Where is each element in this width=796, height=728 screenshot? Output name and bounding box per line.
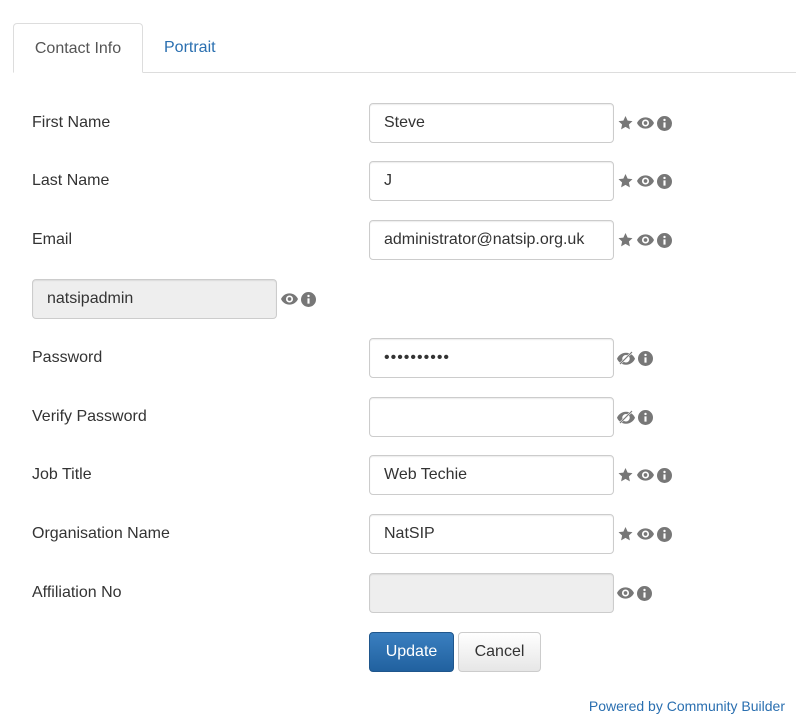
- email-row: Email: [0, 220, 796, 260]
- info-icon[interactable]: [657, 230, 672, 250]
- password-label: Password: [32, 349, 103, 366]
- star-icon: [617, 171, 634, 191]
- username-input: [32, 279, 277, 319]
- info-icon[interactable]: [638, 407, 653, 427]
- verify-password-icons: [617, 407, 653, 427]
- password-icons: [617, 348, 653, 368]
- tab-portrait[interactable]: Portrait: [144, 23, 236, 73]
- email-icons: [617, 230, 672, 250]
- info-icon[interactable]: [301, 289, 316, 309]
- info-icon[interactable]: [657, 465, 672, 485]
- verify-password-label: Verify Password: [32, 408, 147, 425]
- star-icon: [617, 465, 634, 485]
- info-icon[interactable]: [657, 171, 672, 191]
- info-icon[interactable]: [637, 583, 652, 603]
- email-input[interactable]: [369, 220, 614, 260]
- powered-by-link[interactable]: Powered by Community Builder: [589, 698, 785, 714]
- username-row: [0, 279, 796, 319]
- affiliation-no-row: Affiliation No: [0, 573, 796, 613]
- tab-contact-info[interactable]: Contact Info: [13, 23, 143, 73]
- last-name-input[interactable]: [369, 161, 614, 201]
- affiliation-no-icons: [617, 583, 652, 603]
- first-name-icons: [617, 113, 672, 133]
- info-icon[interactable]: [657, 113, 672, 133]
- affiliation-no-label: Affiliation No: [32, 584, 122, 601]
- job-title-label: Job Title: [32, 466, 92, 483]
- first-name-row: First Name: [0, 103, 796, 143]
- eye-icon: [637, 465, 654, 485]
- info-icon[interactable]: [638, 348, 653, 368]
- first-name-label: First Name: [32, 114, 111, 131]
- password-row: Password: [0, 338, 796, 378]
- password-input[interactable]: [369, 338, 614, 378]
- profile-tabs: Contact Info Portrait: [13, 23, 796, 73]
- affiliation-no-input: [369, 573, 614, 613]
- eye-icon: [617, 583, 634, 603]
- star-icon: [617, 230, 634, 250]
- last-name-icons: [617, 171, 672, 191]
- eye-slash-icon: [617, 348, 635, 368]
- verify-password-row: Verify Password: [0, 397, 796, 437]
- username-icons: [281, 289, 316, 309]
- organisation-name-label: Organisation Name: [32, 525, 170, 542]
- eye-slash-icon: [617, 407, 635, 427]
- eye-icon: [637, 230, 654, 250]
- star-icon: [617, 113, 634, 133]
- last-name-row: Last Name: [0, 161, 796, 201]
- last-name-label: Last Name: [32, 172, 110, 189]
- job-title-row: Job Title: [0, 455, 796, 495]
- job-title-input[interactable]: [369, 455, 614, 495]
- first-name-input[interactable]: [369, 103, 614, 143]
- job-title-icons: [617, 465, 672, 485]
- cancel-button[interactable]: Cancel: [458, 632, 541, 672]
- email-label: Email: [32, 231, 73, 248]
- organisation-name-row: Organisation Name: [0, 514, 796, 554]
- info-icon[interactable]: [657, 524, 672, 544]
- verify-password-input[interactable]: [369, 397, 614, 437]
- organisation-name-input[interactable]: [369, 514, 614, 554]
- eye-icon: [637, 171, 654, 191]
- eye-icon: [281, 289, 298, 309]
- eye-icon: [637, 524, 654, 544]
- star-icon: [617, 524, 634, 544]
- eye-icon: [637, 113, 654, 133]
- update-button[interactable]: Update: [369, 632, 454, 672]
- organisation-name-icons: [617, 524, 672, 544]
